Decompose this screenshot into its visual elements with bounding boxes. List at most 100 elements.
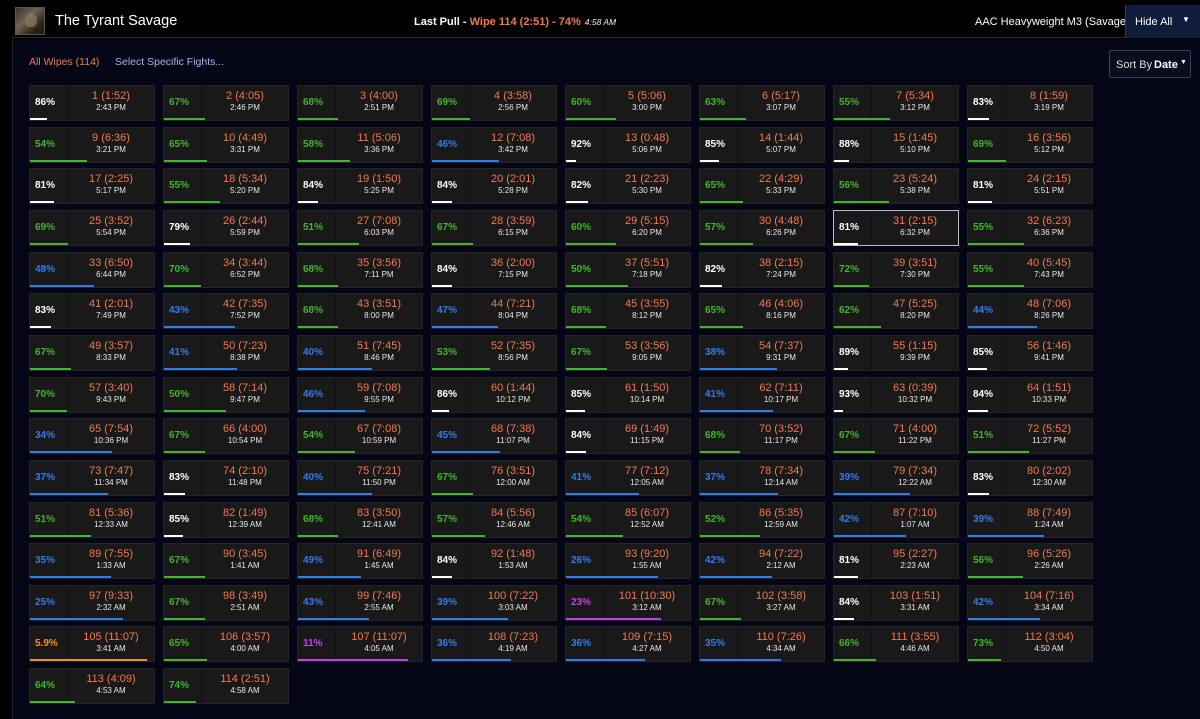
hide-all-button[interactable]: Hide All ▼ [1125,5,1200,38]
fight-tile[interactable]: 46% 12 (7:08) 3:42 PM [431,127,557,163]
fight-tile[interactable]: 65% 22 (4:29) 5:33 PM [699,168,825,204]
fight-tile[interactable]: 84% 19 (1:50) 5:25 PM [297,168,423,204]
fight-tile[interactable]: 82% 38 (2:15) 7:24 PM [699,252,825,288]
fight-tile[interactable]: 56% 96 (5:26) 2:26 AM [967,543,1093,579]
fight-tile[interactable]: 43% 42 (7:35) 7:52 PM [163,293,289,329]
fight-tile[interactable]: 40% 75 (7:21) 11:50 PM [297,460,423,496]
fight-tile[interactable]: 70% 57 (3:40) 9:43 PM [29,377,155,413]
fight-tile[interactable]: 11% 107 (11:07) 4:05 AM [297,626,423,662]
fight-tile[interactable]: 35% 89 (7:55) 1:33 AM [29,543,155,579]
fight-tile[interactable]: 88% 15 (1:45) 5:10 PM [833,127,959,163]
fight-tile[interactable]: 89% 55 (1:15) 9:39 PM [833,335,959,371]
fight-tile[interactable]: 66% 111 (3:55) 4:46 AM [833,626,959,662]
fight-tile[interactable]: 37% 73 (7:47) 11:34 PM [29,460,155,496]
fight-tile[interactable]: 81% 24 (2:15) 5:51 PM [967,168,1093,204]
fight-tile[interactable]: 36% 108 (7:23) 4:19 AM [431,626,557,662]
fight-tile[interactable]: 67% 71 (4:00) 11:22 PM [833,418,959,454]
fight-tile[interactable]: 47% 44 (7:21) 8:04 PM [431,293,557,329]
fight-tile[interactable]: 84% 64 (1:51) 10:33 PM [967,377,1093,413]
fight-tile[interactable]: 81% 31 (2:15) 6:32 PM [833,210,959,246]
fight-tile[interactable]: 36% 109 (7:15) 4:27 AM [565,626,691,662]
fight-tile[interactable]: 38% 54 (7:37) 9:31 PM [699,335,825,371]
fight-tile[interactable]: 69% 4 (3:58) 2:56 PM [431,85,557,121]
fight-tile[interactable]: 85% 82 (1:49) 12:39 AM [163,502,289,538]
fight-tile[interactable]: 48% 33 (6:50) 6:44 PM [29,252,155,288]
fight-tile[interactable]: 57% 30 (4:48) 6:26 PM [699,210,825,246]
fight-tile[interactable]: 68% 70 (3:52) 11:17 PM [699,418,825,454]
fight-tile[interactable]: 65% 46 (4:06) 8:16 PM [699,293,825,329]
fight-tile[interactable]: 51% 81 (5:36) 12:33 AM [29,502,155,538]
fight-tile[interactable]: 41% 50 (7:23) 8:38 PM [163,335,289,371]
fight-tile[interactable]: 41% 77 (7:12) 12:05 AM [565,460,691,496]
fight-tile[interactable]: 67% 98 (3:49) 2:51 AM [163,585,289,621]
fight-tile[interactable]: 67% 90 (3:45) 1:41 AM [163,543,289,579]
fight-tile[interactable]: 67% 2 (4:05) 2:46 PM [163,85,289,121]
fight-tile[interactable]: 55% 32 (6:23) 6:36 PM [967,210,1093,246]
report-title[interactable]: The Tyrant Savage [55,13,177,29]
fight-tile[interactable]: 85% 56 (1:46) 9:41 PM [967,335,1093,371]
fight-tile[interactable]: 86% 60 (1:44) 10:12 PM [431,377,557,413]
fight-tile[interactable]: 64% 113 (4:09) 4:53 AM [29,668,155,704]
fight-tile[interactable]: 62% 47 (5:25) 8:20 PM [833,293,959,329]
fight-tile[interactable]: 34% 65 (7:54) 10:36 PM [29,418,155,454]
fight-tile[interactable]: 68% 35 (3:56) 7:11 PM [297,252,423,288]
fight-tile[interactable]: 57% 84 (5:56) 12:46 AM [431,502,557,538]
fight-tile[interactable]: 55% 18 (5:34) 5:20 PM [163,168,289,204]
fight-tile[interactable]: 68% 43 (3:51) 8:00 PM [297,293,423,329]
fight-tile[interactable]: 86% 1 (1:52) 2:43 PM [29,85,155,121]
fight-tile[interactable]: 40% 51 (7:45) 8:46 PM [297,335,423,371]
fight-tile[interactable]: 51% 72 (5:52) 11:27 PM [967,418,1093,454]
fight-tile[interactable]: 44% 48 (7:06) 8:26 PM [967,293,1093,329]
fight-tile[interactable]: 68% 83 (3:50) 12:41 AM [297,502,423,538]
fight-tile[interactable]: 26% 93 (9:20) 1:55 AM [565,543,691,579]
fight-tile[interactable]: 53% 52 (7:35) 8:56 PM [431,335,557,371]
fight-tile[interactable]: 46% 59 (7:08) 9:55 PM [297,377,423,413]
character-portrait-icon[interactable] [15,7,45,35]
fight-tile[interactable]: 81% 17 (2:25) 5:17 PM [29,168,155,204]
fight-tile[interactable]: 65% 10 (4:49) 3:31 PM [163,127,289,163]
fight-tile[interactable]: 5.9% 105 (11:07) 3:41 AM [29,626,155,662]
fight-tile[interactable]: 68% 3 (4:00) 2:51 PM [297,85,423,121]
fight-tile[interactable]: 54% 67 (7:08) 10:59 PM [297,418,423,454]
fight-tile[interactable]: 84% 69 (1:49) 11:15 PM [565,418,691,454]
fight-tile[interactable]: 45% 68 (7:38) 11:07 PM [431,418,557,454]
fight-tile[interactable]: 35% 110 (7:26) 4:34 AM [699,626,825,662]
fight-tile[interactable]: 67% 28 (3:59) 6:15 PM [431,210,557,246]
fight-tile[interactable]: 82% 21 (2:23) 5:30 PM [565,168,691,204]
fight-tile[interactable]: 84% 36 (2:00) 7:15 PM [431,252,557,288]
fight-tile[interactable]: 41% 62 (7:11) 10:17 PM [699,377,825,413]
fight-tile[interactable]: 67% 53 (3:56) 9:05 PM [565,335,691,371]
fight-tile[interactable]: 51% 27 (7:08) 6:03 PM [297,210,423,246]
fight-tile[interactable]: 72% 39 (3:51) 7:30 PM [833,252,959,288]
fight-tile[interactable]: 39% 88 (7:49) 1:24 AM [967,502,1093,538]
fight-tile[interactable]: 81% 95 (2:27) 2:23 AM [833,543,959,579]
fight-tile[interactable]: 43% 99 (7:46) 2:55 AM [297,585,423,621]
fight-tile[interactable]: 85% 14 (1:44) 5:07 PM [699,127,825,163]
fight-tile[interactable]: 67% 66 (4:00) 10:54 PM [163,418,289,454]
fight-tile[interactable]: 65% 106 (3:57) 4:00 AM [163,626,289,662]
fight-tile[interactable]: 63% 6 (5:17) 3:07 PM [699,85,825,121]
fight-tile[interactable]: 92% 13 (0:48) 5:06 PM [565,127,691,163]
fight-tile[interactable]: 55% 7 (5:34) 3:12 PM [833,85,959,121]
fight-tile[interactable]: 67% 76 (3:51) 12:00 AM [431,460,557,496]
fight-tile[interactable]: 83% 74 (2:10) 11:48 PM [163,460,289,496]
fight-tile[interactable]: 42% 94 (7:22) 2:12 AM [699,543,825,579]
fight-tile[interactable]: 74% 114 (2:51) 4:58 AM [163,668,289,704]
fight-tile[interactable]: 60% 5 (5:06) 3:00 PM [565,85,691,121]
fight-tile[interactable]: 84% 92 (1:48) 1:53 AM [431,543,557,579]
fight-tile[interactable]: 23% 101 (10:30) 3:12 AM [565,585,691,621]
fight-tile[interactable]: 67% 49 (3:57) 8:33 PM [29,335,155,371]
fight-tile[interactable]: 84% 20 (2:01) 5:28 PM [431,168,557,204]
fight-tile[interactable]: 49% 91 (6:49) 1:45 AM [297,543,423,579]
fight-tile[interactable]: 69% 16 (3:56) 5:12 PM [967,127,1093,163]
fight-tile[interactable]: 83% 8 (1:59) 3:19 PM [967,85,1093,121]
fight-tile[interactable]: 50% 37 (5:51) 7:18 PM [565,252,691,288]
fight-tile[interactable]: 39% 100 (7:22) 3:03 AM [431,585,557,621]
fight-tile[interactable]: 68% 45 (3:55) 8:12 PM [565,293,691,329]
fight-tile[interactable]: 54% 85 (6:07) 12:52 AM [565,502,691,538]
fight-tile[interactable]: 67% 102 (3:58) 3:27 AM [699,585,825,621]
fight-tile[interactable]: 83% 80 (2:02) 12:30 AM [967,460,1093,496]
fight-tile[interactable]: 54% 9 (6:36) 3:21 PM [29,127,155,163]
fight-tile[interactable]: 79% 26 (2:44) 5:59 PM [163,210,289,246]
fight-tile[interactable]: 70% 34 (3:44) 6:52 PM [163,252,289,288]
